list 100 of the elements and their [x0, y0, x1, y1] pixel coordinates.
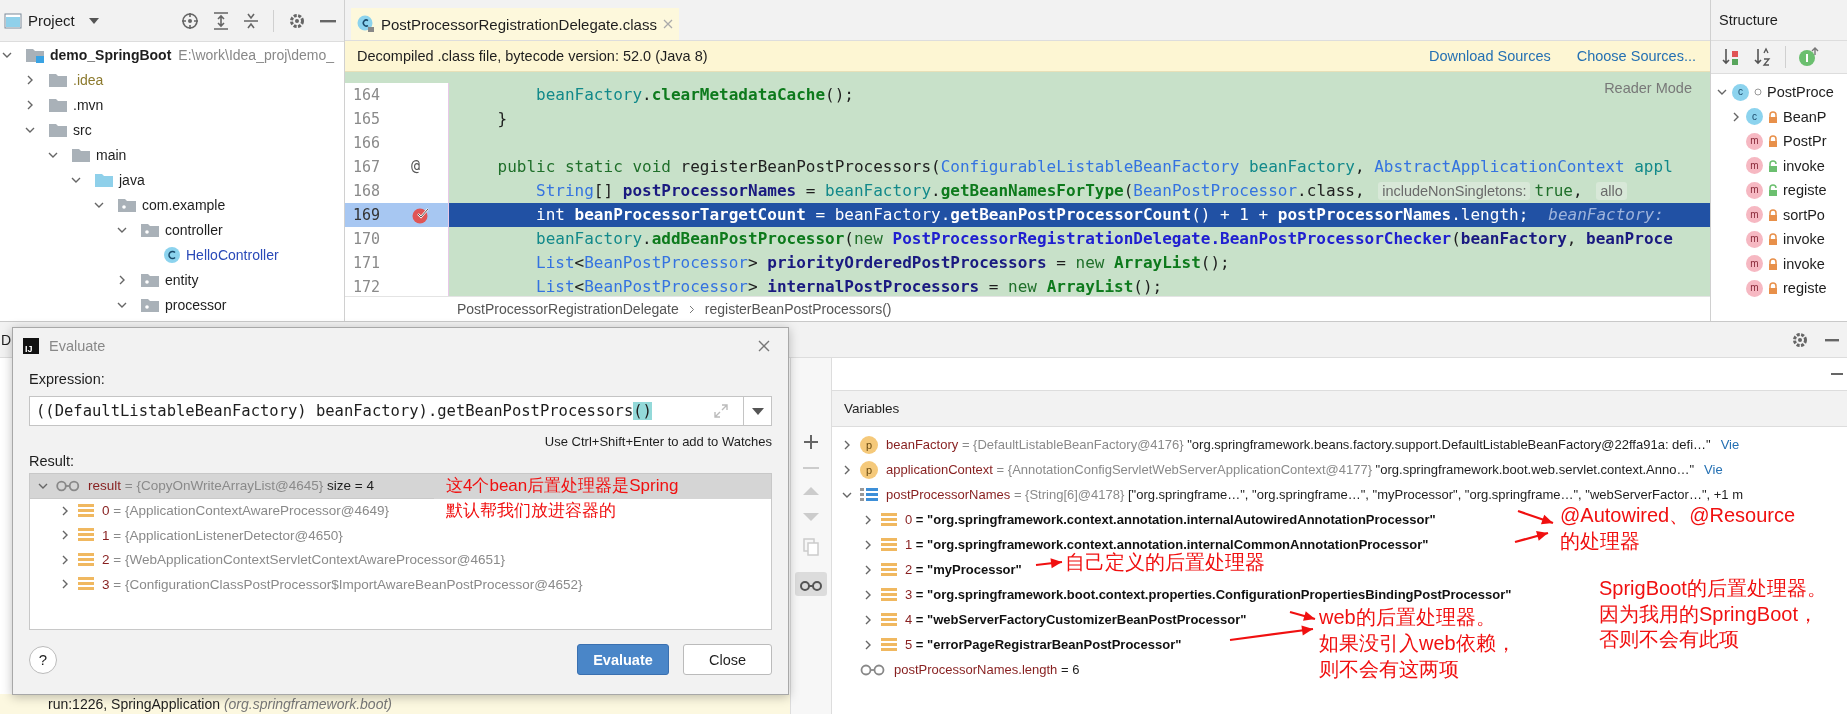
tree-row[interactable]: 1 = {ApplicationListenerDetector@4650} [30, 523, 349, 548]
tree-item-label[interactable]: .mvn [73, 96, 104, 113]
inheritance-icon[interactable] [1798, 47, 1820, 67]
tree-row[interactable]: result = {CopyOnWriteArrayList@4645} size = 4 [30, 474, 434, 499]
variable-text: applicationContext = {AnnotationConfigServletWebServerApplicationContext@4177} "org.springframework.boot.web.servlet.context.Anno…" [886, 462, 1695, 477]
breadcrumb-item[interactable]: registerBeanPostProcessors() [704, 301, 892, 317]
structure-item[interactable]: registe [1783, 280, 1827, 297]
class-icon [163, 245, 181, 264]
code-line: List<BeanPostProcessor> internalPostProcessors = new ArrayList(); [535, 276, 1163, 296]
annotation-text: 因为我用的SpringBoot， [1599, 601, 1818, 627]
view-link[interactable]: Vie [1720, 437, 1740, 452]
line-number: 166 [345, 131, 449, 155]
tree-item-label[interactable]: entity [165, 271, 199, 288]
package-icon [117, 196, 137, 213]
view-link[interactable]: Vie [1704, 462, 1723, 477]
class-icon: c [1746, 108, 1763, 126]
structure-item[interactable]: invoke [1783, 255, 1825, 272]
method-icon: m [1746, 255, 1763, 273]
tree-item-label[interactable]: processor [165, 296, 227, 313]
evaluate-button[interactable]: Evaluate [577, 644, 669, 675]
folder-icon [71, 146, 91, 163]
list-icon [881, 587, 897, 602]
variable-text: 2 = {WebApplicationContextServletContextAwareProcessor@4651} [102, 552, 506, 568]
structure-item[interactable]: PostProce [1767, 84, 1834, 101]
structure-item[interactable]: BeanP [1783, 108, 1827, 125]
variable-text: 5 = "errorPageRegistrarBeanPostProcessor" [905, 637, 1182, 652]
code-line: beanFactory.clearMetadataCache(); [535, 84, 854, 106]
variable-text: postProcessorNames = {String[6]@4178} ["org.springframe…", "org.springframe…", "myProcessor", "org.springframe…", "webServerFactor…", +1 m [886, 487, 1744, 502]
class-icon: c [1732, 83, 1749, 101]
structure-item[interactable]: sortPo [1783, 206, 1825, 223]
banner-link[interactable]: Choose Sources... [1576, 48, 1696, 64]
caret-icon [751, 407, 764, 415]
structure-item[interactable]: invoke [1783, 157, 1825, 174]
folder-icon [48, 121, 68, 138]
variable-text: 3 = "org.springframework.boot.context.properties.ConfigurationPropertiesBindingPostProcessor" [905, 587, 1512, 602]
close-button[interactable]: Close [683, 644, 772, 675]
array-icon [860, 486, 878, 503]
structure-item[interactable]: PostPr [1783, 133, 1827, 150]
method-icon: m [1746, 230, 1763, 248]
list-icon [78, 503, 94, 518]
method-icon: m [1746, 157, 1763, 175]
tree-item-label[interactable]: src [73, 121, 92, 138]
add-icon[interactable] [803, 434, 819, 450]
panel-title: Project [28, 12, 75, 29]
annotation-text: 否则不会有此项 [1599, 627, 1739, 652]
tree-item-label[interactable]: HelloController [186, 246, 279, 263]
minimize-icon[interactable] [1825, 337, 1839, 342]
list-icon [881, 637, 897, 652]
minimize-icon[interactable] [320, 18, 336, 23]
structure-item[interactable]: registe [1783, 182, 1827, 199]
tree-row[interactable]: 3 = {ConfigurationClassPostProcessor$ImportAwareBeanPostProcessor@4652} [30, 572, 589, 597]
annotation-text: 则不会有这两项 [1319, 657, 1459, 682]
tree-item-label[interactable]: main [96, 146, 127, 163]
expand-all-icon[interactable] [213, 11, 229, 30]
editor-tab[interactable]: PostProcessorRegistrationDelegate.class [351, 8, 679, 40]
code-line: beanFactory.addBeanPostProcessor(new PostProcessorRegistrationDelegate.BeanPostProcessorChecker(beanFactory, beanProce [535, 228, 1673, 250]
app-logo: IJ [23, 337, 39, 354]
package-icon [140, 296, 160, 313]
list-icon [881, 562, 897, 577]
list-icon [881, 537, 897, 552]
sort-icon[interactable] [1721, 47, 1741, 67]
panel-title: Variables [844, 401, 900, 416]
caret-icon[interactable] [88, 17, 99, 24]
variable-text: beanFactory = {DefaultListableBeanFactory@4176} "org.springframework.beans.factory.support.DefaultListableBeanFactory@22ffa91a: defi…" [886, 437, 1711, 452]
help-button[interactable]: ? [29, 645, 57, 674]
tree-item-label[interactable]: java [119, 171, 145, 188]
hint-text: Use Ctrl+Shift+Enter to add to Watches [544, 434, 772, 449]
close-icon[interactable] [758, 339, 770, 352]
tree-row[interactable]: 2 = {WebApplicationContextServletContextAwareProcessor@4651} [30, 547, 512, 572]
field-label: Result: [29, 453, 76, 469]
locate-icon[interactable] [181, 11, 199, 30]
line-number: 169 [345, 203, 449, 227]
override-marker[interactable]: @ [411, 157, 421, 175]
settings-icon[interactable] [288, 11, 306, 30]
sort-alphabetically-icon[interactable] [1753, 47, 1773, 67]
banner-link[interactable]: Download Sources [1429, 48, 1551, 64]
line-number: 171 [345, 251, 449, 275]
breadcrumb-item[interactable]: PostProcessorRegistrationDelegate [457, 301, 679, 317]
frame-row[interactable]: run:1226, SpringApplication (org.springframework.boot) [0, 694, 790, 714]
tree-item-label[interactable]: demo_SpringBoot [50, 46, 172, 63]
breakpoint-icon[interactable] [411, 206, 431, 224]
tree-item-label[interactable]: controller [165, 221, 223, 238]
tree-row[interactable]: 0 = {ApplicationContextAwareProcessor@4649} [30, 498, 396, 523]
structure-item[interactable]: invoke [1783, 231, 1825, 248]
watches-toggle[interactable] [795, 572, 827, 596]
settings-icon[interactable] [1791, 330, 1809, 349]
variable-text: postProcessorNames.length = 6 [894, 662, 1080, 677]
variable-text: 0 = {ApplicationContextAwareProcessor@4649} [102, 503, 390, 519]
minimize-icon[interactable] [1831, 372, 1843, 376]
visibility-dot-icon [1754, 88, 1762, 97]
method-icon: m [1746, 181, 1763, 199]
tree-item-label[interactable]: .idea [73, 71, 104, 88]
list-icon [881, 612, 897, 627]
annotation-arrow [1514, 531, 1549, 544]
list-icon [78, 528, 94, 543]
debug-tab[interactable]: D [0, 331, 12, 348]
code-line: } [496, 108, 508, 130]
tree-item-label[interactable]: com.example [142, 196, 226, 213]
variable-text: result = {CopyOnWriteArrayList@4645} size = 4 [88, 478, 374, 494]
collapse-all-icon[interactable] [243, 11, 259, 30]
